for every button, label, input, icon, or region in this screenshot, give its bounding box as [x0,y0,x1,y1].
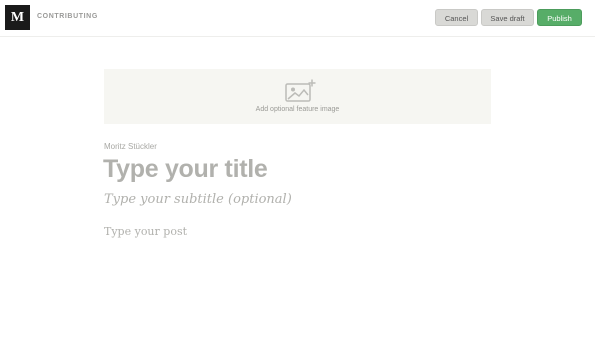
post-body-field[interactable]: Type your post [104,225,187,238]
image-add-icon [285,79,316,102]
save-draft-button[interactable]: Save draft [481,9,534,26]
title-field[interactable]: Type your title [103,155,268,184]
feature-image-dropzone[interactable]: Add optional feature image [104,69,491,124]
publish-button[interactable]: Publish [537,9,582,26]
medium-logo[interactable]: M [5,5,30,30]
cancel-button[interactable]: Cancel [435,9,478,26]
section-label: CONTRIBUTING [37,13,98,20]
feature-image-label: Add optional feature image [255,106,340,113]
subtitle-field[interactable]: Type your subtitle (optional) [104,192,292,207]
top-bar: M CONTRIBUTING Cancel Save draft Publish [0,0,595,37]
author-name: Moritz Stückler [104,142,157,151]
